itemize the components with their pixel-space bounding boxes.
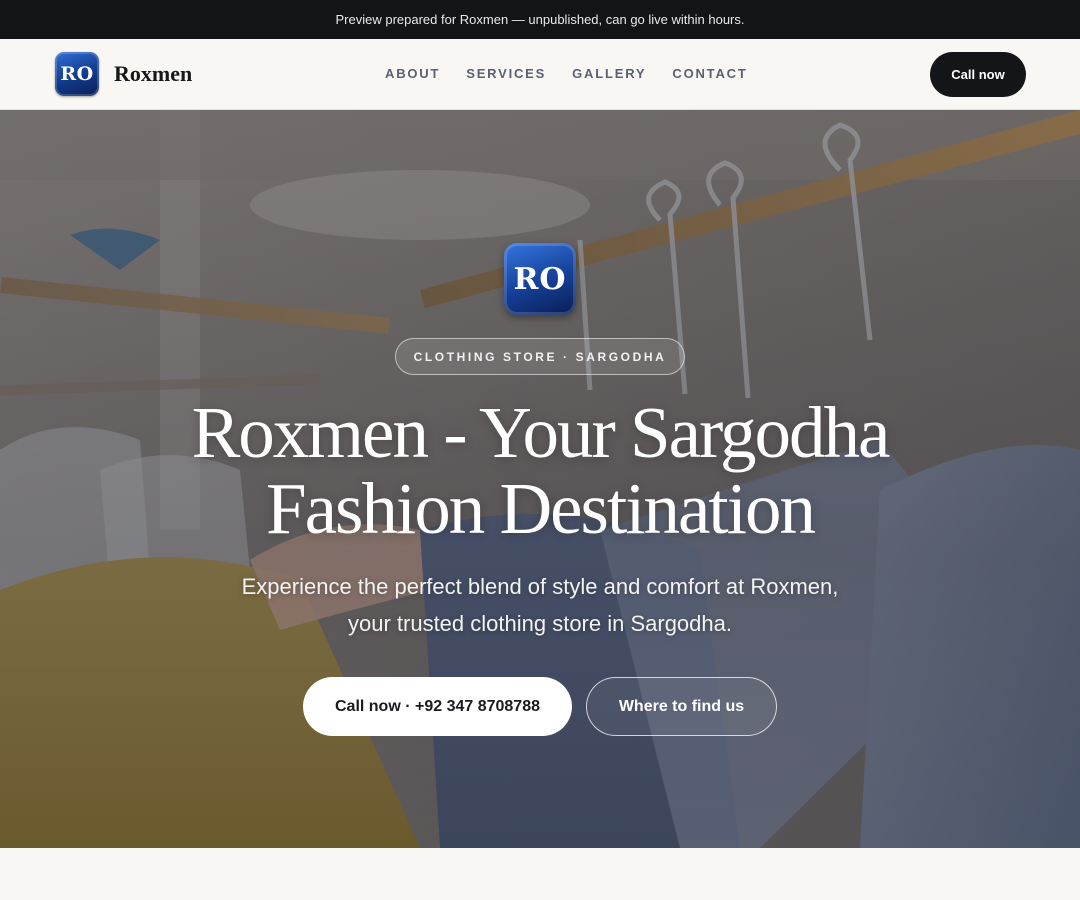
brand-logo[interactable]: RO [55, 52, 99, 96]
nav-link-contact[interactable]: CONTACT [672, 66, 747, 81]
where-to-find-us-button[interactable]: Where to find us [586, 677, 777, 736]
nav-link-gallery[interactable]: GALLERY [572, 66, 646, 81]
header-call-button[interactable]: Call now [930, 52, 1026, 97]
hero-logo: RO [504, 243, 576, 315]
next-section [0, 848, 1080, 900]
call-now-phone-button[interactable]: Call now · +92 347 8708788 [303, 677, 572, 736]
hero-title-line-2: Fashion Destination [266, 468, 816, 549]
hero-subtitle-line-2: your trusted clothing store in Sargodha. [347, 611, 732, 636]
category-badge: CLOTHING STORE · SARGODHA [395, 338, 685, 375]
site-header: RO Roxmen ABOUT SERVICES GALLERY CONTACT… [0, 39, 1080, 110]
preview-banner: Preview prepared for Roxmen — unpublishe… [0, 0, 1080, 39]
preview-banner-text: Preview prepared for Roxmen — unpublishe… [335, 12, 745, 27]
nav-link-services[interactable]: SERVICES [466, 66, 546, 81]
brand-name[interactable]: Roxmen [114, 61, 192, 87]
main-nav: ABOUT SERVICES GALLERY CONTACT [385, 66, 748, 81]
hero-section: RO CLOTHING STORE · SARGODHA Roxmen - Yo… [0, 110, 1080, 848]
hero-subtitle: Experience the perfect blend of style an… [215, 568, 865, 642]
hero-logo-text: RO [513, 261, 567, 297]
nav-link-about[interactable]: ABOUT [385, 66, 440, 81]
brand-logo-text: RO [60, 63, 94, 85]
hero-title: Roxmen - Your Sargodha Fashion Destinati… [90, 395, 990, 547]
hero-title-line-1: Roxmen - Your Sargodha [191, 392, 891, 473]
hero-subtitle-line-1: Experience the perfect blend of style an… [241, 574, 839, 599]
